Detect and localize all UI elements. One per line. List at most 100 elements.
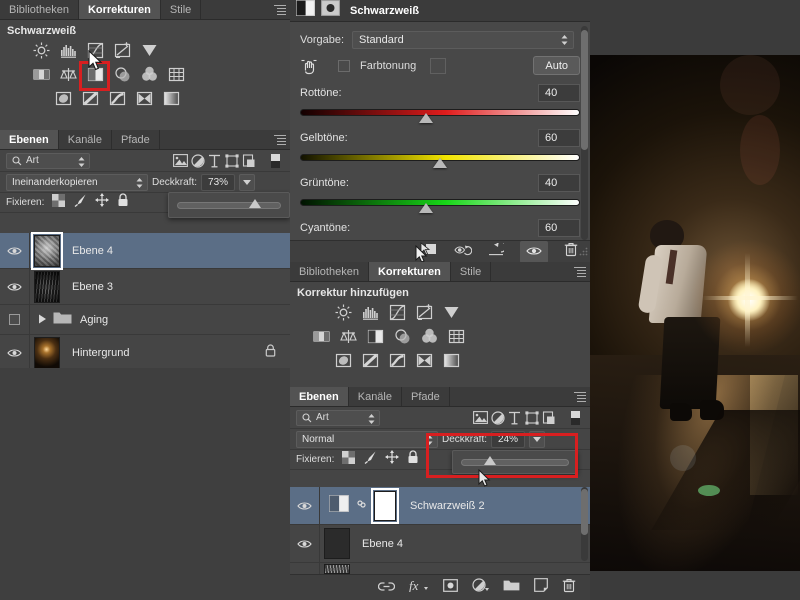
opacity-dropdown-arrow-top[interactable] <box>239 174 255 191</box>
layer-thumbnail[interactable] <box>34 271 60 303</box>
tab-kanaele-top[interactable]: Kanäle <box>59 130 112 149</box>
layer-row-partial[interactable] <box>290 563 590 574</box>
eye-off-icon[interactable] <box>9 314 20 325</box>
opacity-dropdown-arrow-bottom[interactable] <box>529 431 545 448</box>
tint-checkbox[interactable] <box>338 60 350 72</box>
layer-mask-thumbnail[interactable] <box>374 491 396 521</box>
layer-visibility-toggle[interactable] <box>0 335 30 370</box>
properties-scrollbar[interactable] <box>581 26 588 240</box>
opacity-value-top[interactable]: 73% <box>201 174 235 191</box>
layer-row-ebene-3[interactable]: Ebene 3 <box>0 269 290 305</box>
tab-bibliotheken-top[interactable]: Bibliotheken <box>0 0 79 19</box>
posterize-icon[interactable] <box>361 351 379 369</box>
layer-thumbnail[interactable] <box>34 235 60 267</box>
panel-menu-icon[interactable] <box>274 135 286 145</box>
tab-ebenen-bottom[interactable]: Ebenen <box>290 387 349 406</box>
invert-icon[interactable] <box>334 351 352 369</box>
tab-stile-top[interactable]: Stile <box>161 0 201 19</box>
threshold-icon[interactable] <box>388 351 406 369</box>
layers-bottom-scrollbar-thumb[interactable] <box>581 489 588 535</box>
new-adjustment-icon[interactable] <box>472 578 489 597</box>
layer-filter-kind-select[interactable]: Art <box>6 153 90 169</box>
exposure-icon[interactable] <box>415 303 433 321</box>
toggle-visibility-icon[interactable] <box>520 241 548 263</box>
threshold-icon[interactable] <box>108 89 126 107</box>
layer-visibility-toggle[interactable] <box>0 269 30 304</box>
delete-layer-icon[interactable] <box>562 578 576 598</box>
tab-korrekturen-bottom[interactable]: Korrekturen <box>369 262 451 281</box>
tab-bibliotheken-bottom[interactable]: Bibliotheken <box>290 262 369 281</box>
opacity-slider-thumb-bottom[interactable] <box>484 456 496 465</box>
adjustment-filter-icon[interactable] <box>489 409 506 426</box>
brightness-contrast-icon[interactable] <box>334 303 352 321</box>
layer-visibility-toggle[interactable] <box>290 525 320 562</box>
hue-saturation-icon[interactable] <box>32 65 50 83</box>
tab-korrekturen-top[interactable]: Korrekturen <box>79 0 161 19</box>
layer-row-aging-group[interactable]: Aging <box>0 305 290 335</box>
auto-button[interactable]: Auto <box>533 56 580 75</box>
smartobject-filter-icon[interactable] <box>240 152 257 169</box>
posterize-icon[interactable] <box>81 89 99 107</box>
add-mask-icon[interactable] <box>443 579 458 597</box>
tab-kanaele-bottom[interactable]: Kanäle <box>349 387 402 406</box>
color-balance-icon[interactable] <box>59 65 77 83</box>
layer-visibility-toggle[interactable] <box>290 487 320 524</box>
layer-visibility-toggle[interactable] <box>0 305 30 334</box>
layers-bottom-scrollbar[interactable] <box>581 487 588 561</box>
vibrance-icon[interactable] <box>442 303 460 321</box>
type-filter-icon[interactable] <box>206 152 223 169</box>
layer-thumbnail[interactable] <box>324 528 350 559</box>
pixel-filter-icon[interactable] <box>472 409 489 426</box>
color-lookup-icon[interactable] <box>167 65 185 83</box>
vibrance-icon[interactable] <box>140 41 158 59</box>
black-white-icon[interactable] <box>86 65 104 83</box>
lock-move-icon[interactable] <box>385 450 399 469</box>
photo-filter-icon[interactable] <box>393 327 411 345</box>
layer-row-schwarzweiss-2[interactable]: Schwarzweiß 2 <box>290 487 590 525</box>
gradient-map-icon[interactable] <box>162 89 180 107</box>
reset-icon[interactable] <box>488 243 504 261</box>
lock-move-icon[interactable] <box>95 193 109 212</box>
pixel-filter-icon[interactable] <box>172 152 189 169</box>
layer-row-ebene-4[interactable]: Ebene 4 <box>0 233 290 269</box>
selective-color-icon[interactable] <box>415 351 433 369</box>
delete-icon[interactable] <box>564 242 578 262</box>
opacity-popup-slider-bottom[interactable] <box>452 450 578 474</box>
properties-scrollbar-thumb[interactable] <box>581 30 588 150</box>
filter-toggle-icon[interactable] <box>267 152 284 169</box>
tab-ebenen-top[interactable]: Ebenen <box>0 130 59 149</box>
brightness-contrast-icon[interactable] <box>32 41 50 59</box>
lock-paint-icon[interactable] <box>73 193 87 212</box>
color-lookup-icon[interactable] <box>447 327 465 345</box>
slider-track[interactable] <box>300 154 580 161</box>
opacity-popup-slider-top[interactable] <box>168 192 290 218</box>
color-balance-icon[interactable] <box>339 327 357 345</box>
layer-thumbnail[interactable] <box>34 337 60 369</box>
opacity-value-bottom[interactable]: 24% <box>491 431 525 448</box>
panel-menu-icon[interactable] <box>574 267 586 277</box>
selective-color-icon[interactable] <box>135 89 153 107</box>
adjustment-filter-icon[interactable] <box>189 152 206 169</box>
group-disclosure-triangle-icon[interactable] <box>38 311 47 329</box>
shape-filter-icon[interactable] <box>523 409 540 426</box>
curves-icon[interactable] <box>388 303 406 321</box>
slider-track[interactable] <box>300 109 580 116</box>
layer-visibility-toggle[interactable] <box>290 563 320 574</box>
adjustment-layer-thumbnail[interactable] <box>329 495 349 517</box>
type-filter-icon[interactable] <box>506 409 523 426</box>
slider-value[interactable]: 40 <box>538 174 580 192</box>
levels-icon[interactable] <box>361 303 379 321</box>
lock-all-icon[interactable] <box>407 450 419 469</box>
opacity-slider-track-top[interactable] <box>177 202 281 209</box>
layer-mask-link-icon[interactable] <box>356 497 367 515</box>
chevron-updown-icon[interactable] <box>78 156 85 171</box>
preset-select[interactable]: Standard <box>352 31 574 49</box>
slider-value[interactable]: 40 <box>538 84 580 102</box>
opacity-slider-track-bottom[interactable] <box>461 459 569 466</box>
tab-pfade-top[interactable]: Pfade <box>112 130 160 149</box>
gradient-map-icon[interactable] <box>442 351 460 369</box>
lock-transparency-icon[interactable] <box>52 194 65 212</box>
lock-all-icon[interactable] <box>117 193 129 212</box>
panel-menu-icon[interactable] <box>274 5 286 15</box>
chevron-updown-icon[interactable] <box>136 177 143 192</box>
